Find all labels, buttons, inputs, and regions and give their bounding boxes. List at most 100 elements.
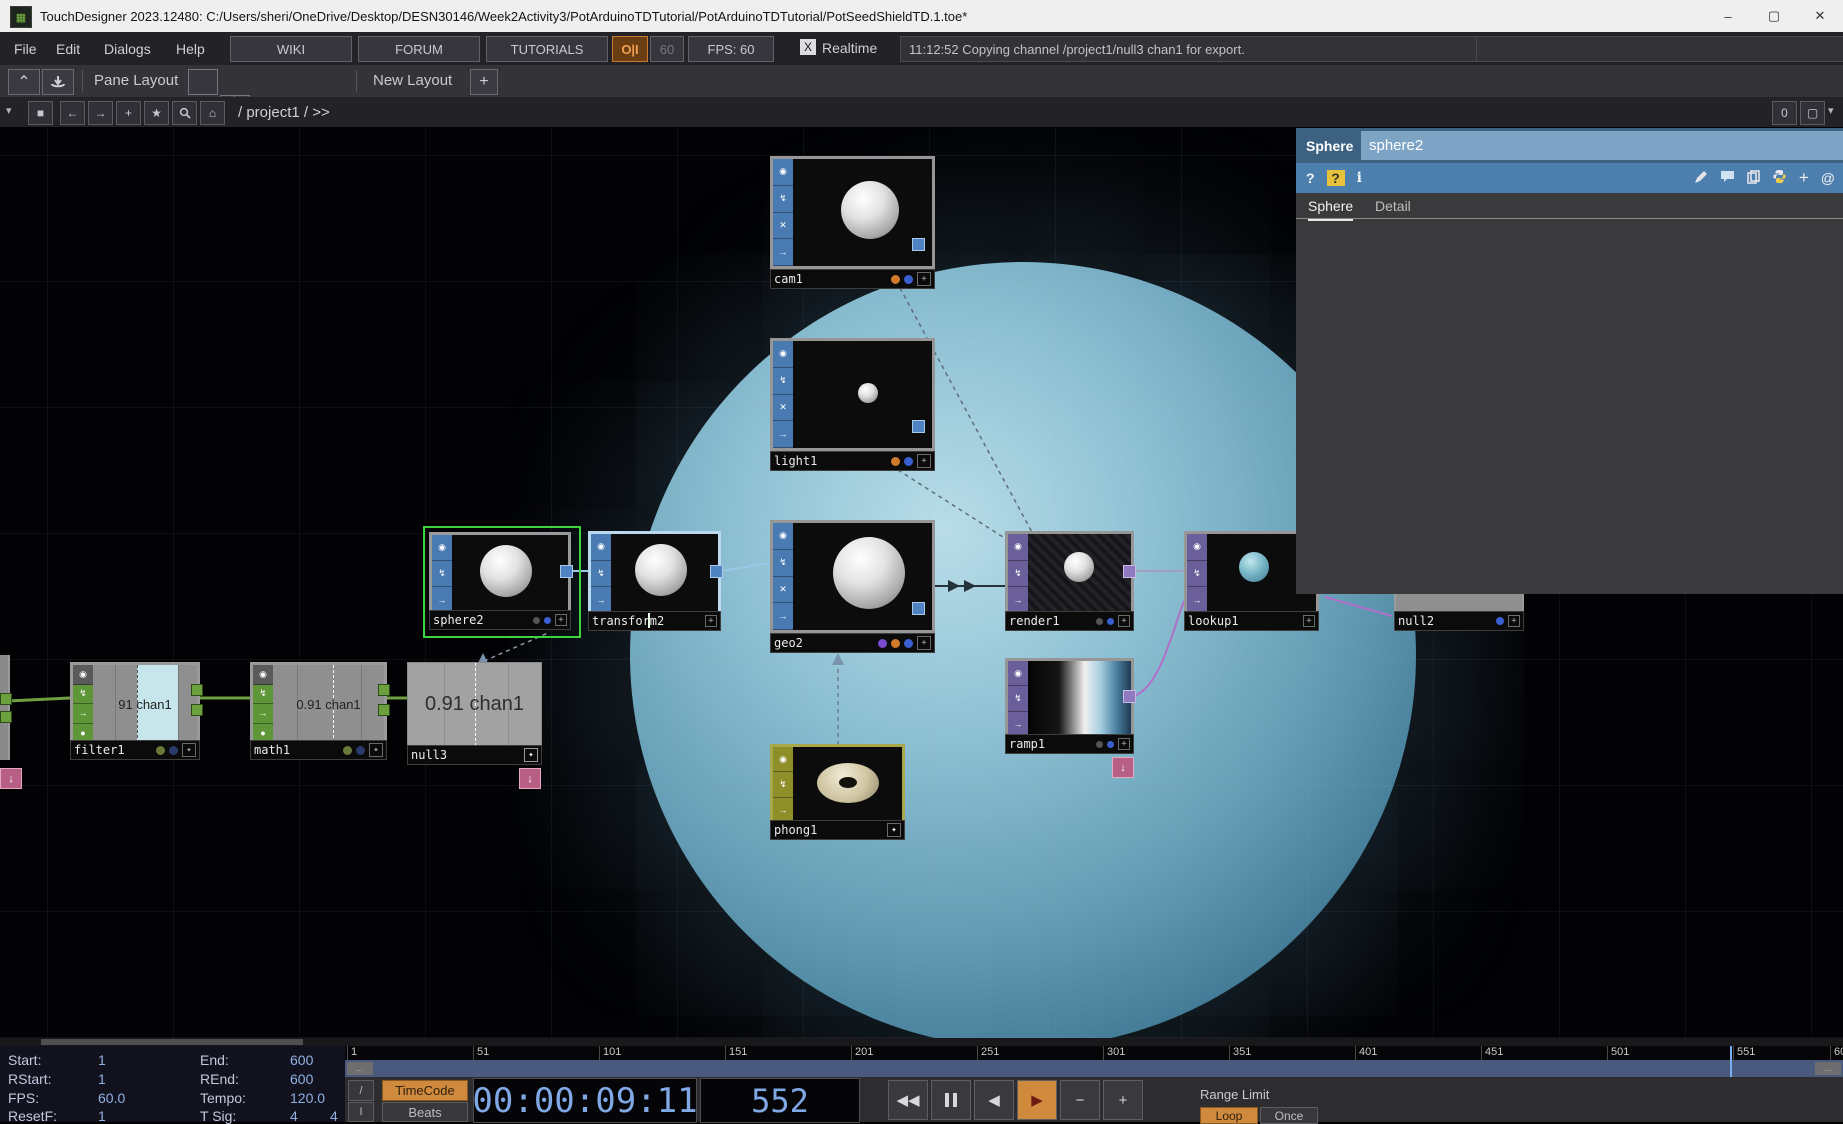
comment-flag[interactable] xyxy=(891,639,900,648)
node-render1[interactable]: ◉ ↯ → render1 + xyxy=(1005,531,1134,631)
info-flag[interactable] xyxy=(904,457,913,466)
plus-flag[interactable]: + xyxy=(1118,615,1130,627)
node-output-connector[interactable] xyxy=(912,602,925,615)
node-flag-column[interactable]: ◉ ↯ → xyxy=(773,747,793,823)
oi-toggle[interactable]: O|I xyxy=(612,36,648,62)
range-end-handle[interactable]: … xyxy=(1815,1062,1841,1075)
frame-display[interactable]: 552 xyxy=(700,1078,860,1123)
render-flag[interactable] xyxy=(878,639,887,648)
arrow-icon[interactable]: → xyxy=(773,603,793,630)
step-back-button[interactable]: ◀ xyxy=(974,1080,1014,1120)
info-icon[interactable]: i xyxy=(1357,170,1362,186)
range-start-handle[interactable]: … xyxy=(347,1062,373,1075)
bypass-icon[interactable]: ↯ xyxy=(773,550,793,577)
node-ramp1[interactable]: ◉ ↯ → ramp1 + xyxy=(1005,658,1134,752)
play-button[interactable]: ▶ xyxy=(1017,1080,1057,1120)
star-flag[interactable]: ✦ xyxy=(524,748,538,762)
node-flag-column[interactable]: ◉ ↯ ✕ → xyxy=(773,159,793,266)
menu-dialogs[interactable]: Dialogs xyxy=(92,32,163,65)
add-icon[interactable]: + xyxy=(116,101,141,125)
chop-output-connector[interactable] xyxy=(378,704,390,716)
search-icon[interactable] xyxy=(172,101,197,125)
info-flag[interactable] xyxy=(904,275,913,284)
fps-display[interactable]: FPS: 60 xyxy=(688,36,774,62)
plus-flag[interactable]: + xyxy=(705,615,717,627)
star-flag[interactable]: ✦ xyxy=(887,823,901,837)
plus-flag[interactable]: + xyxy=(917,454,931,468)
increment-button[interactable]: + xyxy=(1103,1080,1143,1120)
node-math1[interactable]: ◉ ↯ → ● 0.91 chan1 math1 ✦ xyxy=(250,662,387,758)
node-phong1[interactable]: ◉ ↯ → phong1 ✦ xyxy=(770,744,905,838)
display-icon[interactable]: ◉ xyxy=(773,341,793,368)
bookmark-icon[interactable] xyxy=(42,69,74,95)
plus-flag[interactable]: + xyxy=(917,636,931,650)
loop-button[interactable]: Loop xyxy=(1200,1107,1258,1124)
stop-icon[interactable]: ■ xyxy=(28,101,53,125)
node-flag-column[interactable]: ◉ ↯ → xyxy=(1008,661,1028,737)
pause-button[interactable] xyxy=(931,1080,971,1120)
plus-flag[interactable]: + xyxy=(917,272,931,286)
node-output-connector[interactable] xyxy=(1123,565,1136,578)
timecode-mode-button[interactable]: TimeCode xyxy=(382,1080,468,1101)
plus-flag[interactable]: + xyxy=(555,614,567,626)
arrow-icon[interactable]: → xyxy=(253,704,273,724)
node-filter1[interactable]: ◉ ↯ → ● 91 chan1 filter1 ✦ xyxy=(70,662,200,758)
operator-name-field[interactable]: sphere2 xyxy=(1361,131,1843,160)
beats-mode-button[interactable]: Beats xyxy=(382,1102,468,1122)
viewer-flag[interactable] xyxy=(1096,618,1103,625)
node-flag-column[interactable]: ◉ ↯ → ● xyxy=(253,665,273,743)
star-flag[interactable]: ✦ xyxy=(182,743,196,757)
info-flag[interactable] xyxy=(1107,618,1114,625)
chop-output-connector[interactable] xyxy=(0,693,12,705)
node-flag-column[interactable]: ◉ ↯ → xyxy=(432,535,452,613)
tab-detail[interactable]: Detail xyxy=(1375,193,1411,219)
menu-edit[interactable]: Edit xyxy=(44,32,92,65)
node-flag-column[interactable]: ◉ ↯ ✕ → xyxy=(773,523,793,630)
chop-output-connector[interactable] xyxy=(191,704,203,716)
display-icon[interactable]: ◉ xyxy=(773,523,793,550)
bypass-icon[interactable]: ↯ xyxy=(1008,561,1028,588)
plus-flag[interactable]: + xyxy=(1303,615,1315,627)
help-folder-icon[interactable]: ? xyxy=(1327,170,1345,186)
node-offscreen[interactable] xyxy=(0,655,10,760)
chop-output-connector[interactable] xyxy=(378,684,390,696)
once-button[interactable]: Once xyxy=(1260,1107,1318,1124)
chop-output-connector[interactable] xyxy=(191,684,203,696)
bypass-icon[interactable]: ↯ xyxy=(73,685,93,705)
bypass-icon[interactable]: ↯ xyxy=(773,186,793,213)
edit-icon[interactable] xyxy=(1694,170,1708,187)
tutorials-button[interactable]: TUTORIALS xyxy=(486,36,608,62)
plus-flag[interactable]: + xyxy=(1508,615,1520,627)
node-light1[interactable]: ◉ ↯ ✕ → light1 + xyxy=(770,338,935,470)
fps-value[interactable]: 60.0 xyxy=(98,1090,125,1106)
new-layout-add-button[interactable]: + xyxy=(470,69,498,95)
back-icon[interactable]: ← xyxy=(60,101,85,125)
display-icon[interactable]: ◉ xyxy=(1008,534,1028,561)
expand-icon[interactable]: + xyxy=(1799,168,1809,188)
menu-file[interactable]: File xyxy=(2,32,49,65)
rstart-value[interactable]: 1 xyxy=(98,1071,106,1087)
viewer-flag[interactable] xyxy=(533,617,540,624)
menu-help[interactable]: Help xyxy=(164,32,217,65)
arrow-icon[interactable]: → xyxy=(773,421,793,448)
display-icon[interactable]: ◉ xyxy=(773,747,793,772)
info-flag[interactable] xyxy=(169,746,178,755)
pane-split-icon[interactable]: ▾ xyxy=(1828,104,1834,117)
export-arrow-icon[interactable]: ↓ xyxy=(0,768,22,789)
decrement-button[interactable]: − xyxy=(1060,1080,1100,1120)
playhead[interactable] xyxy=(1730,1046,1732,1077)
comment-flag[interactable] xyxy=(891,275,900,284)
display-icon[interactable]: ◉ xyxy=(73,665,93,685)
collapse-icon[interactable]: ⌃ xyxy=(8,69,40,95)
info-flag[interactable] xyxy=(904,639,913,648)
viewer-flag[interactable] xyxy=(1096,741,1103,748)
tempo-value[interactable]: 120.0 xyxy=(290,1090,325,1106)
comment-icon[interactable] xyxy=(1720,170,1735,186)
timeline-scrubber[interactable]: … … xyxy=(345,1060,1843,1077)
bypass-icon[interactable]: ↯ xyxy=(591,561,611,588)
home-icon[interactable]: ⌂ xyxy=(200,101,225,125)
tab-sphere[interactable]: Sphere xyxy=(1308,193,1353,221)
info-flag[interactable] xyxy=(356,746,365,755)
timeline-ruler[interactable]: 1 51 101 151 201 251 301 351 401 451 501… xyxy=(345,1046,1843,1060)
bypass-icon[interactable]: ↯ xyxy=(773,772,793,797)
